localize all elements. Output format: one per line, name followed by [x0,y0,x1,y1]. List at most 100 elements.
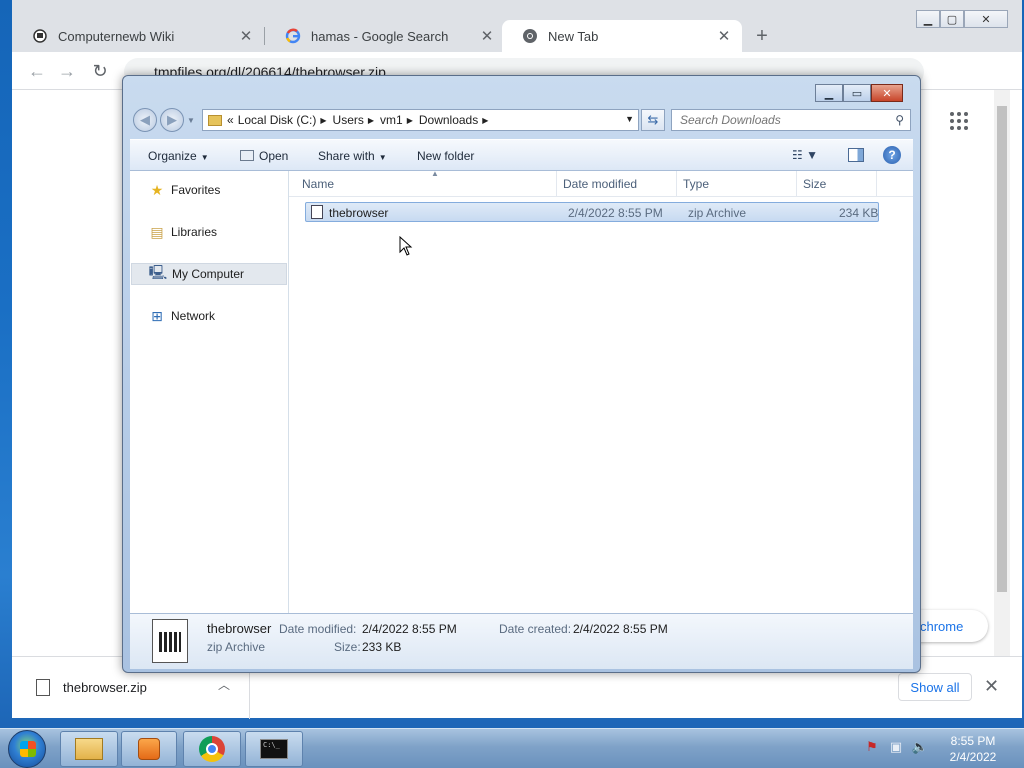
nav-item-favorites[interactable]: ★ Favorites [131,179,287,201]
views-icon[interactable]: ☷ ▼ [792,148,818,162]
taskbar: C:\_ ⚑ ▣ 🔈 8:55 PM 2/4/2022 [0,728,1024,768]
google-icon [285,28,301,44]
clock[interactable]: 8:55 PM 2/4/2022 [936,733,1010,765]
breadcrumb-vm1[interactable]: vm1 [380,113,403,127]
forward-arrow-icon[interactable]: ▶ [160,108,184,132]
nav-item-libraries[interactable]: ▤ Libraries [131,221,287,243]
new-folder-button[interactable]: New folder [417,149,474,163]
details-date-created: 2/4/2022 8:55 PM [573,622,668,636]
tab-strip: Computernewb Wiki ✕ hamas - Google Searc… [12,0,1022,52]
chevron-right-icon[interactable]: ▶ [482,116,488,125]
nav-item-my-computer[interactable]: 🖳 My Computer [131,263,287,285]
volume-icon[interactable]: 🔈 [912,739,928,755]
breadcrumb-downloads[interactable]: Downloads [419,113,478,127]
star-icon: ★ [150,181,164,198]
details-pane: thebrowser zip Archive Date modified: 2/… [130,613,913,669]
share-with-button[interactable]: Share with ▼ [318,149,387,163]
chevron-right-icon[interactable]: ▶ [368,116,374,125]
breadcrumb-users[interactable]: Users [333,113,364,127]
chevron-down-icon: ▼ [200,153,209,162]
open-icon [240,150,254,161]
file-size: 234 KB [839,206,879,220]
column-label: Type [683,177,710,191]
minimize-button[interactable]: ▁ [815,84,843,102]
back-arrow-icon[interactable]: ← [26,60,48,82]
open-button[interactable]: Open [240,149,288,163]
media-player-icon [138,738,160,760]
new-tab-button[interactable]: + [750,24,774,48]
apps-grid-icon[interactable] [950,112,968,130]
show-all-button[interactable]: Show all [898,673,972,701]
taskbar-media-player[interactable] [121,731,177,767]
column-header-date-modified[interactable]: Date modified [557,171,677,197]
close-icon[interactable]: ✕ [984,676,999,697]
start-button[interactable] [8,730,46,768]
close-icon[interactable]: ✕ [238,28,254,45]
action-center-icon[interactable]: ⚑ [864,739,880,755]
organize-button[interactable]: Organize ▼ [148,149,209,163]
help-icon[interactable]: ? [883,146,901,164]
sort-up-icon: ▲ [431,169,439,178]
details-size: 233 KB [362,640,402,654]
column-header-type[interactable]: Type [677,171,797,197]
tab-title: hamas - Google Search [311,28,449,44]
close-icon[interactable]: ✕ [479,28,495,45]
column-header-name[interactable]: Name ▲ [296,169,557,197]
system-tray: ⚑ ▣ 🔈 [864,739,928,755]
column-label: Date modified [563,177,638,191]
taskbar-explorer[interactable] [60,731,118,767]
chevron-up-icon[interactable]: ︿ [218,676,230,693]
tab-new-tab[interactable]: New Tab ✕ [502,20,742,52]
details-date-created-label: Date created: [499,622,572,636]
file-date-modified: 2/4/2022 8:55 PM [568,206,663,220]
address-bar[interactable]: « Local Disk (C:) ▶ Users ▶ vm1 ▶ Downlo… [202,109,639,131]
chevron-right-icon[interactable]: ▶ [407,116,413,125]
scrollbar-thumb[interactable] [997,106,1007,592]
close-icon[interactable]: ✕ [716,28,732,45]
open-label: Open [259,149,289,163]
refresh-icon[interactable]: ⇆ [641,109,665,131]
windows-logo-icon [20,741,36,757]
table-row[interactable]: thebrowser 2/4/2022 8:55 PM zip Archive … [305,202,879,222]
back-arrow-icon[interactable]: ◀ [133,108,157,132]
minimize-button[interactable]: ▁ [916,10,940,28]
column-label: Size [803,177,827,191]
nav-item-label: Network [171,309,216,323]
zip-file-icon [311,205,323,219]
chrome-icon [199,736,225,762]
column-headers: Name ▲ Date modified Type Size [289,169,913,197]
tab-computernewb-wiki[interactable]: Computernewb Wiki ✕ [12,20,264,52]
search-input[interactable] [678,110,878,130]
chevron-right-icon[interactable]: ▶ [320,116,326,125]
tab-title: Computernewb Wiki [58,28,175,44]
details-name: thebrowser [207,621,272,636]
close-button[interactable]: ✕ [871,84,903,102]
reload-icon[interactable]: ↻ [89,60,111,82]
search-box[interactable]: ⚲ [671,109,911,131]
preview-pane-icon[interactable] [848,148,864,162]
taskbar-chrome[interactable] [183,731,241,767]
breadcrumb-overflow[interactable]: « [227,113,234,127]
scrollbar[interactable] [994,90,1010,656]
chevron-down-icon[interactable]: ▼ [625,114,634,124]
zip-file-icon [152,619,188,663]
file-type: zip Archive [688,206,747,220]
breadcrumb-local-disk[interactable]: Local Disk (C:) [238,113,317,127]
maximize-button[interactable]: ▭ [843,84,871,102]
search-icon[interactable]: ⚲ [895,113,904,127]
details-date-modified: 2/4/2022 8:55 PM [362,622,457,636]
network-status-icon[interactable]: ▣ [888,739,904,755]
tab-google-search[interactable]: hamas - Google Search ✕ [265,20,505,52]
nav-item-label: Favorites [171,183,221,197]
details-size-label: Size: [334,640,361,654]
details-date-modified-label: Date modified: [279,622,357,636]
tab-title: New Tab [548,28,599,44]
forward-arrow-icon[interactable]: → [56,60,78,82]
taskbar-command-prompt[interactable]: C:\_ [245,731,303,767]
column-header-size[interactable]: Size [797,171,877,197]
nav-item-network[interactable]: ⊞ Network [131,305,287,327]
close-button[interactable]: ✕ [964,10,1008,28]
explorer-window: ▁ ▭ ✕ ◀ ▶ ▼ « Local Disk (C:) ▶ Users ▶ … [122,75,921,673]
maximize-button[interactable]: ▢ [940,10,964,28]
chevron-down-icon[interactable]: ▼ [187,116,195,125]
